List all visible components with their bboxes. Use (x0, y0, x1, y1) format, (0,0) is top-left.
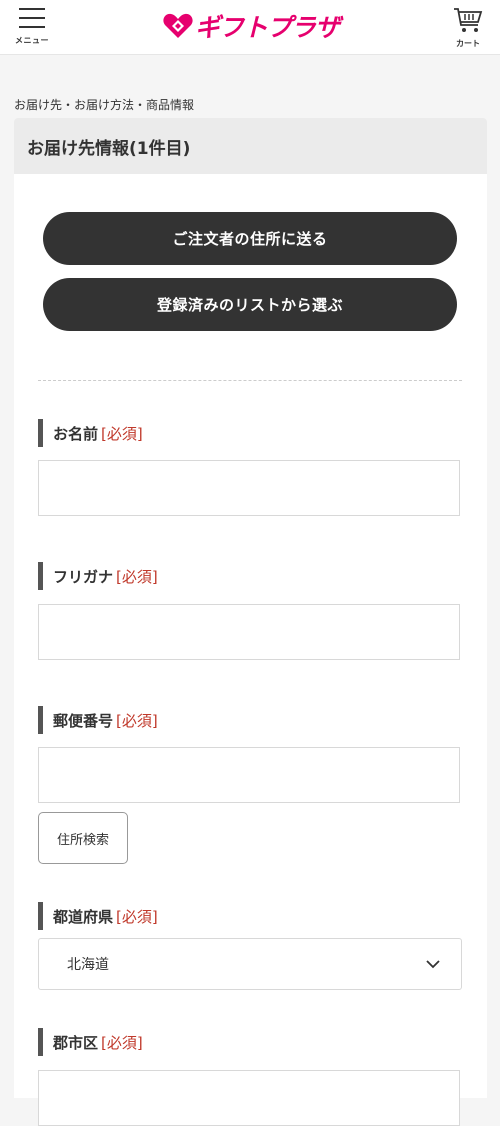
required-mark: [必須] (116, 711, 158, 730)
required-mark: [必須] (101, 424, 143, 443)
label-bar (38, 1028, 43, 1056)
required-mark: [必須] (116, 907, 158, 926)
label-bar (38, 419, 43, 447)
required-mark: [必須] (116, 567, 158, 586)
postal-code-label: 郵便番号 [必須] (38, 706, 158, 734)
required-mark: [必須] (101, 1033, 143, 1052)
menu-label: メニュー (15, 36, 49, 45)
menu-button[interactable]: メニュー (12, 6, 52, 50)
heart-logo-icon (163, 13, 193, 39)
label-bar (38, 902, 43, 930)
section-title: お届け先情報(1件目) (14, 118, 487, 174)
city-input[interactable] (38, 1070, 460, 1126)
cart-label: カート (456, 39, 480, 48)
header: メニュー ギフトプラザ カート (0, 0, 500, 55)
name-input[interactable] (38, 460, 460, 516)
furigana-input[interactable] (38, 604, 460, 660)
logo-text: ギフトプラザ (195, 13, 340, 42)
label-bar (38, 562, 43, 590)
furigana-label-text: フリガナ (53, 567, 114, 586)
address-search-button[interactable]: 住所検索 (38, 812, 128, 864)
cart-button[interactable]: カート (450, 6, 486, 50)
site-logo[interactable]: ギフトプラザ (163, 8, 340, 44)
prefecture-label-text: 都道府県 (53, 907, 114, 926)
prefecture-value: 北海道 (67, 957, 109, 973)
cart-icon (454, 8, 483, 32)
select-from-list-button[interactable]: 登録済みのリストから選ぶ (43, 278, 457, 331)
prefecture-label: 都道府県 [必須] (38, 902, 158, 930)
city-label-text: 郡市区 (53, 1033, 99, 1052)
divider (38, 380, 462, 381)
furigana-label: フリガナ [必須] (38, 562, 158, 590)
breadcrumb: お届け先・お届け方法・商品情報 (14, 98, 195, 112)
city-label: 郡市区 [必須] (38, 1028, 143, 1056)
postal-label-text: 郵便番号 (53, 711, 114, 730)
name-label: お名前 [必須] (38, 419, 143, 447)
label-bar (38, 706, 43, 734)
prefecture-select[interactable]: 北海道 (38, 938, 462, 990)
postal-code-input[interactable] (38, 747, 460, 803)
orderer-address-button[interactable]: ご注文者の住所に送る (43, 212, 457, 265)
hamburger-icon (19, 8, 45, 28)
name-label-text: お名前 (53, 424, 99, 443)
chevron-down-icon (426, 960, 440, 969)
delivery-info-card: お届け先情報(1件目) ご注文者の住所に送る 登録済みのリストから選ぶ お名前 … (14, 118, 487, 1126)
